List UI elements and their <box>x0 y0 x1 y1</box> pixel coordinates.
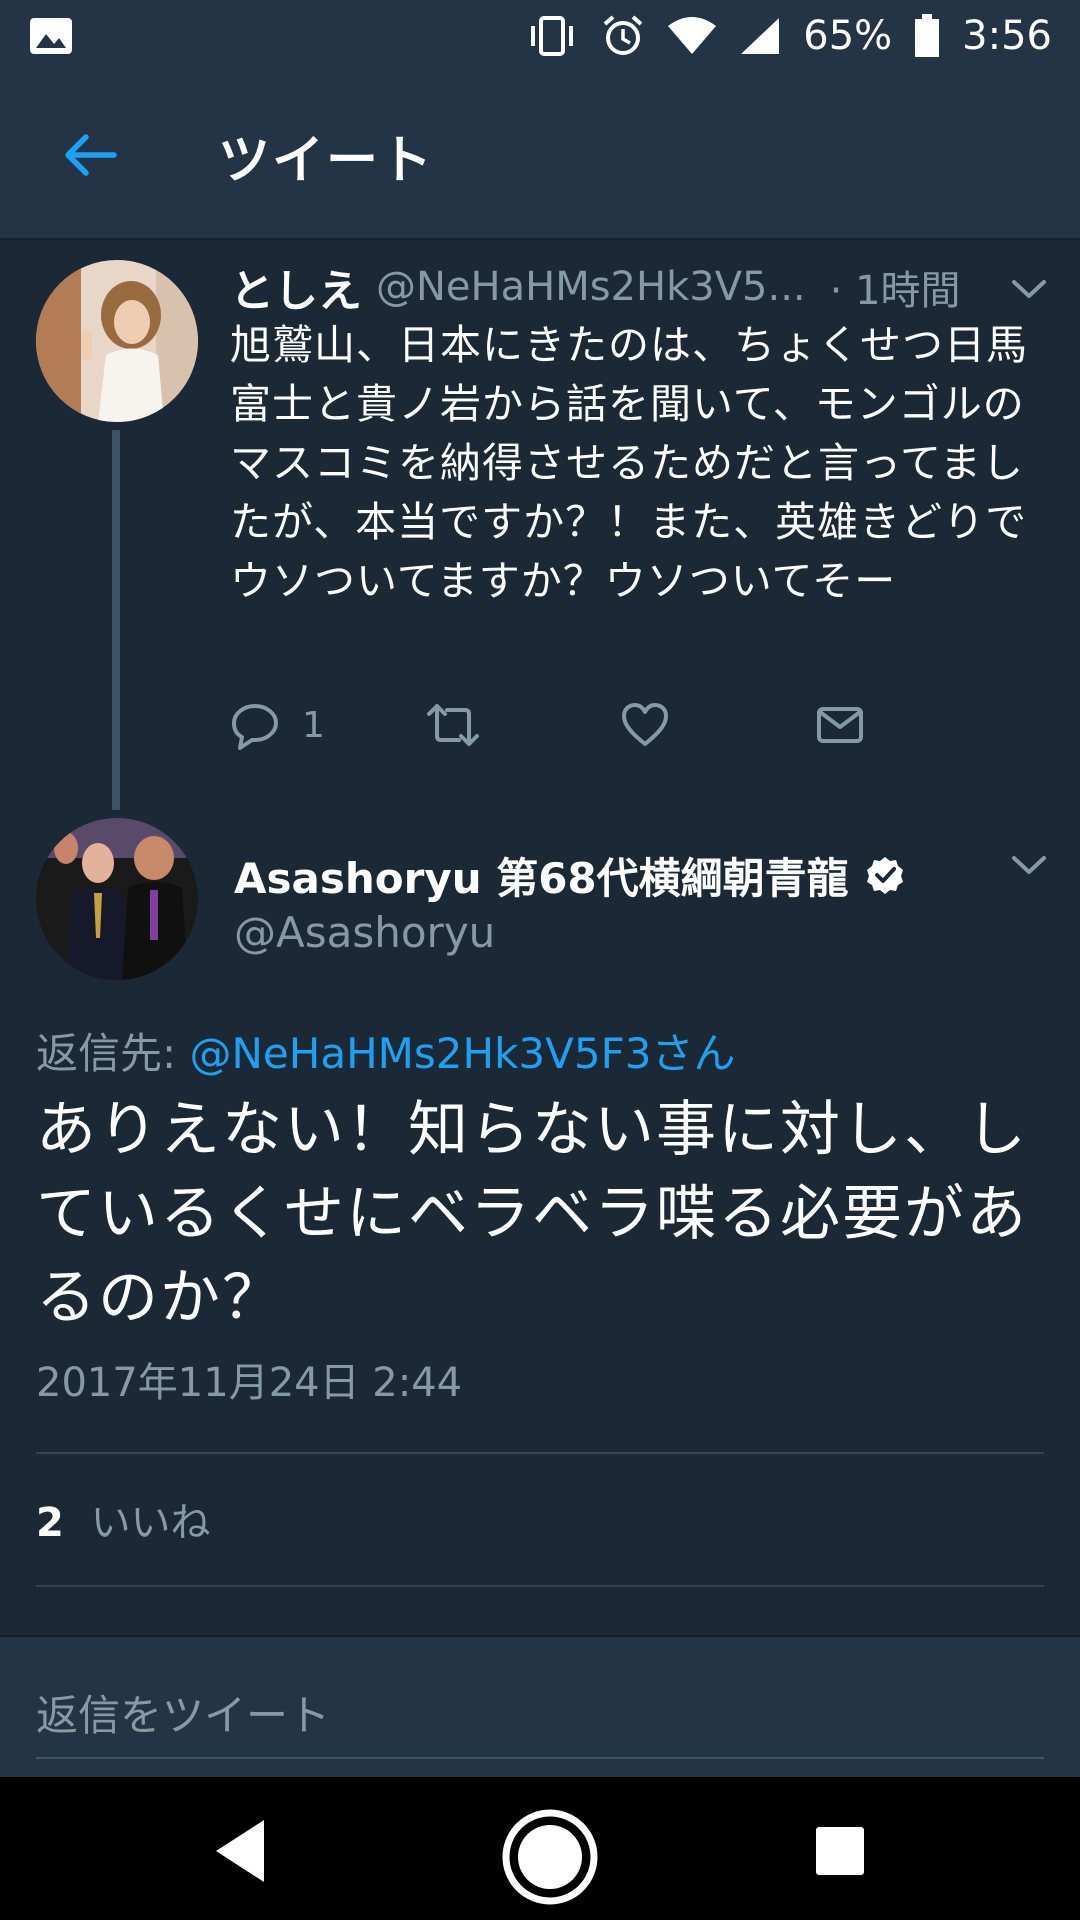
alarm-icon <box>603 15 643 55</box>
back-arrow-icon <box>65 134 117 176</box>
tweet-header: Asashoryu 第68代横綱朝青龍 <box>234 840 905 910</box>
vibrate-icon <box>531 16 574 56</box>
retweet-icon <box>427 704 479 746</box>
gallery-icon <box>30 18 72 54</box>
chevron-down-icon[interactable] <box>1004 840 1054 890</box>
reply-input[interactable]: 返信をツイート <box>36 1667 1044 1759</box>
reply-count: 1 <box>302 704 325 746</box>
nav-back-icon <box>216 1820 264 1882</box>
likes-summary[interactable]: 2 いいね <box>36 1490 211 1548</box>
reply-bar: 返信をツイート <box>0 1635 1080 1777</box>
user-handle[interactable]: @Asashoryu <box>234 908 495 957</box>
battery-icon <box>915 14 940 57</box>
divider <box>36 1452 1044 1454</box>
navigation-bar <box>0 1777 1080 1920</box>
nav-recents-button[interactable] <box>800 1811 880 1891</box>
tweet-time: · 1時間 <box>829 268 961 314</box>
display-name[interactable]: としえ <box>230 255 362 319</box>
clock: 3:56 <box>962 13 1052 59</box>
retweet-button[interactable] <box>425 700 620 750</box>
reply-to-label: 返信先: <box>36 1029 177 1078</box>
dm-button[interactable] <box>815 700 1010 750</box>
signal-icon <box>741 18 780 54</box>
nav-home-button[interactable] <box>500 1807 600 1907</box>
thread-line <box>112 430 120 810</box>
tweet-actions: 1 <box>230 690 1010 760</box>
display-name[interactable]: Asashoryu 第68代横綱朝青龍 <box>234 845 849 906</box>
tweet-text: ありえない！知らない事に対し、しているくせにベラベラ喋る必要があるのか？ <box>36 1095 1028 1333</box>
app-bar: ツイート <box>0 72 1080 240</box>
page-title: ツイート <box>218 130 435 191</box>
avatar[interactable] <box>36 260 198 422</box>
nav-home-icon <box>502 1809 598 1905</box>
nav-recents-icon <box>816 1827 864 1875</box>
tweet-timestamp: 2017年11月24日 2:44 <box>36 1360 463 1406</box>
reply-to-mention[interactable]: @NeHaHMs2Hk3V5F3さん <box>190 1029 736 1078</box>
user-handle[interactable]: @NeHaHMs2Hk3V5... <box>376 264 806 310</box>
wifi-icon <box>668 17 717 54</box>
divider <box>36 1585 1044 1587</box>
avatar[interactable] <box>36 818 198 980</box>
reply-to: 返信先: @NeHaHMs2Hk3V5F3さん <box>36 1020 735 1081</box>
tweet-header: としえ @NeHaHMs2Hk3V5... · 1時間 <box>230 254 1050 320</box>
tweet-text: 旭鷲山、日本にきたのは、ちょくせつ日馬富士と貴ノ岩から話を聞いて、モンゴルのマス… <box>230 321 1028 605</box>
likes-label: いいね <box>90 1500 211 1546</box>
likes-count: 2 <box>36 1500 64 1546</box>
reply-button[interactable]: 1 <box>230 700 425 750</box>
nav-back-button[interactable] <box>200 1811 280 1891</box>
battery-percent: 65% <box>803 13 893 59</box>
verified-badge-icon <box>866 857 903 894</box>
tweet-detail: としえ @NeHaHMs2Hk3V5... · 1時間 旭鷲山、日本にきたのは、… <box>0 240 1080 1635</box>
back-button[interactable] <box>40 105 140 205</box>
envelope-icon <box>817 707 863 743</box>
like-button[interactable] <box>620 700 815 750</box>
chevron-down-icon[interactable] <box>1004 264 1054 314</box>
status-bar: 65% 3:56 <box>0 0 1080 72</box>
reply-icon <box>232 704 278 750</box>
heart-icon <box>622 703 668 746</box>
